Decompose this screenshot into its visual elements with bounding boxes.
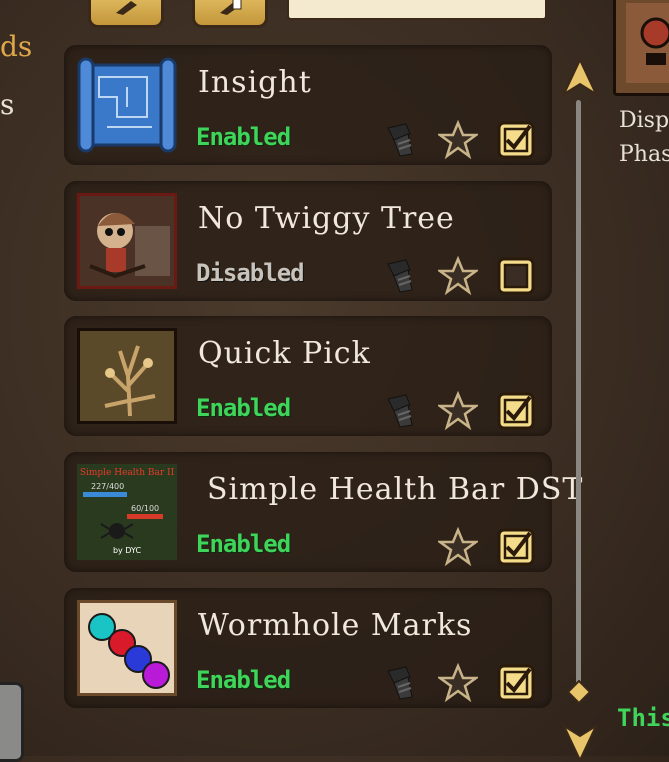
mod-preview-image: [613, 0, 669, 96]
mod-status: Disabled: [196, 259, 305, 287]
blueprint-scroll-icon: [77, 57, 177, 153]
favorite-star-icon[interactable]: [438, 663, 478, 703]
scrollbar-track[interactable]: [576, 100, 581, 690]
enable-checkbox[interactable]: [496, 663, 536, 703]
hammer-icon: [116, 1, 137, 15]
twig-bush-art: [77, 328, 177, 424]
mod-status: Enabled: [196, 530, 291, 558]
edit-icon: [220, 0, 242, 15]
config-bolt-icon[interactable]: [380, 391, 420, 431]
mod-title: Wormhole Marks: [198, 608, 473, 643]
mod-title: Quick Pick: [198, 336, 371, 371]
mod-description-line: Phas: [619, 142, 669, 167]
enable-checkbox[interactable]: [496, 120, 536, 160]
config-bolt-icon[interactable]: [380, 120, 420, 160]
favorite-star-icon[interactable]: [438, 120, 478, 160]
mod-status-summary: This: [617, 704, 669, 732]
mod-status: Enabled: [196, 123, 291, 151]
favorite-star-icon[interactable]: [438, 391, 478, 431]
thumb-hp1: 227/400: [91, 482, 125, 491]
thumb-hp2: 60/100: [131, 504, 160, 513]
mod-item-wormhole-marks[interactable]: Wormhole Marks Enabled: [64, 588, 552, 708]
mod-title: No Twiggy Tree: [198, 201, 455, 236]
mod-item-quick-pick[interactable]: Quick Pick Enabled: [64, 316, 552, 436]
search-input[interactable]: [287, 0, 547, 20]
colored-orbs-art: [77, 600, 177, 696]
health-bar-preview: Simple Health Bar II 227/400 60/100 by D…: [77, 464, 177, 560]
config-bolt-icon[interactable]: [380, 256, 420, 296]
spider-sprite: [100, 523, 134, 539]
enable-checkbox[interactable]: [496, 527, 536, 567]
girl-character-art: [77, 193, 177, 289]
config-bolt-icon[interactable]: [380, 663, 420, 703]
scrollbar-thumb[interactable]: [567, 680, 591, 704]
mod-description-line: Disp: [619, 108, 669, 133]
left-panel-text: s: [0, 88, 15, 121]
favorite-star-icon[interactable]: [438, 527, 478, 567]
health-bar-fill: [83, 492, 127, 497]
mod-item-simple-health-bar[interactable]: Simple Health Bar II 227/400 60/100 by D…: [64, 452, 582, 572]
scroll-up-arrow-icon[interactable]: [560, 58, 600, 98]
mod-title: Simple Health Bar DST: [207, 472, 584, 507]
mod-item-insight[interactable]: Insight Enabled: [64, 45, 552, 165]
enable-checkbox[interactable]: [496, 391, 536, 431]
scroll-down-arrow-icon[interactable]: [560, 722, 600, 762]
mod-status: Enabled: [196, 666, 291, 694]
tool-button-1[interactable]: [88, 0, 164, 28]
left-side-tab[interactable]: [0, 682, 24, 762]
enable-checkbox[interactable]: [496, 256, 536, 296]
mod-title: Insight: [198, 65, 312, 100]
thumb-header: Simple Health Bar II: [79, 468, 175, 478]
mod-item-no-twiggy-tree[interactable]: No Twiggy Tree Disabled: [64, 181, 552, 301]
left-panel-text: ds: [0, 30, 33, 63]
tool-button-2[interactable]: [192, 0, 268, 28]
mod-status: Enabled: [196, 394, 291, 422]
favorite-star-icon[interactable]: [438, 256, 478, 296]
thumb-footer: by DYC: [112, 546, 142, 555]
